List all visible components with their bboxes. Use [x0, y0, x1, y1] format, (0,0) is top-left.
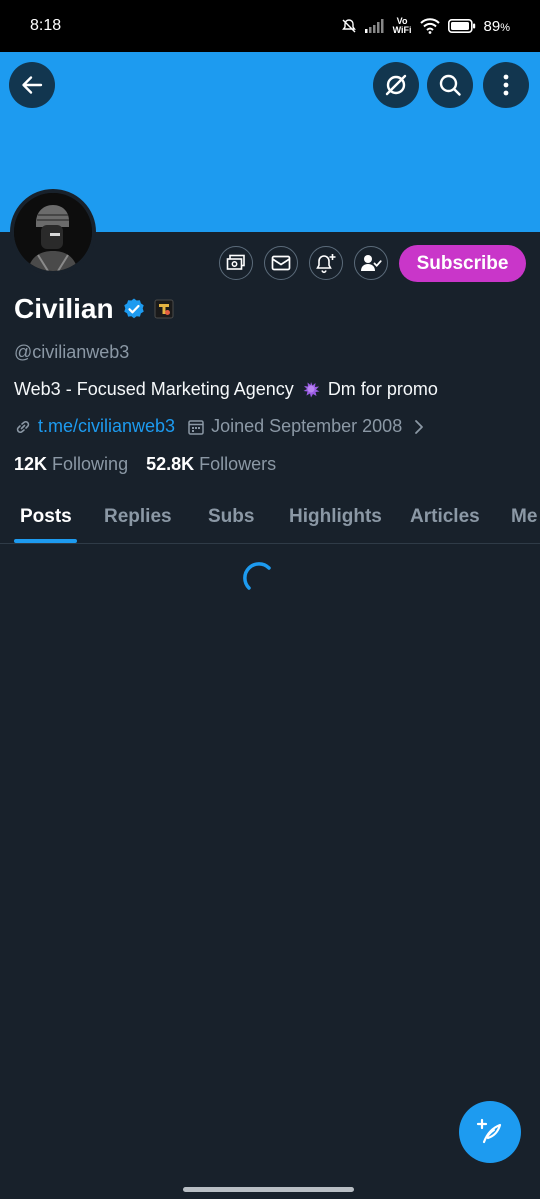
- arrow-left-icon: [22, 76, 43, 94]
- bell-muted-icon: [341, 19, 356, 33]
- back-button[interactable]: [9, 62, 55, 108]
- bio-text: Web3 - Focused Marketing Agency: [14, 378, 294, 399]
- following-stat[interactable]: 12K Following: [14, 454, 128, 475]
- compose-button[interactable]: [459, 1101, 521, 1163]
- profile-name-row: Civilian: [14, 293, 174, 325]
- avatar-portrait-icon: [14, 193, 92, 271]
- followers-stat[interactable]: 52.8K Followers: [146, 454, 276, 475]
- profile-meta: t.me/civilianweb3 Joined September 2008: [14, 416, 426, 437]
- tab-articles[interactable]: Articles: [410, 506, 480, 528]
- avatar[interactable]: [10, 189, 96, 275]
- battery-level: 89%: [483, 17, 510, 35]
- tab-subs[interactable]: Subs: [208, 506, 254, 528]
- money-icon: [226, 254, 245, 270]
- bio-text-end: Dm for promo: [327, 378, 438, 399]
- envelope-icon: [271, 255, 291, 271]
- joined-date: Joined September 2008: [211, 416, 403, 436]
- follow-stats: 12K Following 52.8K Followers: [14, 454, 276, 475]
- profile-page: 8:18 Vo WiFi 89% Subscribe Civilian @civ…: [0, 0, 540, 1199]
- signal-icon: [364, 19, 384, 33]
- loading-spinner-icon: [243, 562, 271, 590]
- status-time: 8:18: [30, 17, 62, 34]
- user-check-icon: [361, 255, 382, 271]
- feather-plus-icon: [476, 1118, 502, 1144]
- profile-link[interactable]: t.me/civilianweb3: [38, 416, 175, 437]
- chevron-right-icon[interactable]: [412, 418, 426, 436]
- profile-bio: Web3 - Focused Marketing Agency Dm for p…: [14, 378, 438, 400]
- active-tab-indicator: [14, 539, 77, 543]
- display-name: Civilian: [14, 293, 114, 324]
- status-icons: Vo WiFi 89%: [341, 17, 510, 35]
- profile-handle: @civilianweb3: [14, 342, 130, 362]
- splat-emoji-icon: [303, 382, 320, 398]
- bell-plus-icon: [316, 254, 336, 274]
- grok-button[interactable]: [373, 62, 419, 108]
- verified-badge-icon[interactable]: [122, 297, 146, 321]
- following-button[interactable]: [354, 246, 388, 280]
- search-button[interactable]: [427, 62, 473, 108]
- calendar-icon: [188, 419, 204, 435]
- tab-media[interactable]: Me: [511, 506, 537, 528]
- home-indicator[interactable]: [183, 1187, 354, 1192]
- link-icon: [16, 420, 30, 433]
- profile-tabs: Posts Replies Subs Highlights Articles M…: [0, 494, 540, 544]
- message-button[interactable]: [264, 246, 298, 280]
- affiliate-button[interactable]: [219, 246, 253, 280]
- tab-replies[interactable]: Replies: [104, 506, 172, 528]
- notify-button[interactable]: [309, 246, 343, 280]
- search-icon: [439, 74, 461, 96]
- more-vertical-icon: [503, 74, 509, 96]
- status-bar: 8:18 Vo WiFi 89%: [0, 0, 540, 52]
- vowifi-label: Vo WiFi: [392, 16, 412, 35]
- battery-icon: [447, 19, 475, 33]
- more-button[interactable]: [483, 62, 529, 108]
- wifi-icon: [419, 18, 440, 34]
- tab-posts[interactable]: Posts: [20, 506, 72, 528]
- tab-highlights[interactable]: Highlights: [289, 506, 382, 528]
- subscribe-button[interactable]: Subscribe: [399, 245, 526, 282]
- affiliate-badge-icon[interactable]: [154, 299, 174, 319]
- slash-circle-icon: [385, 74, 407, 96]
